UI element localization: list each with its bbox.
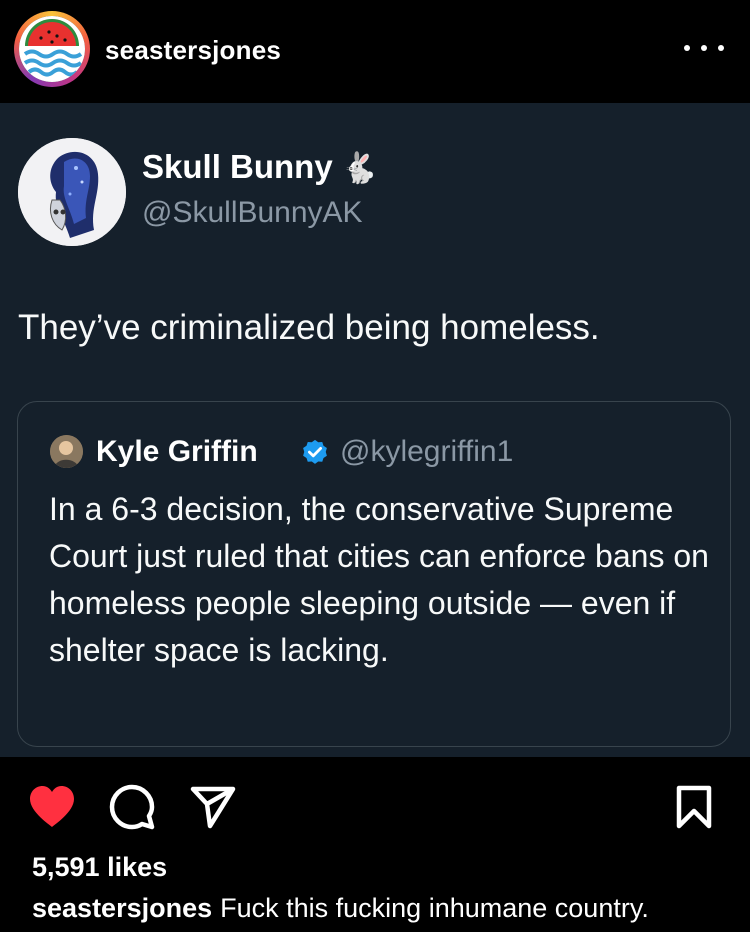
watermelon-avatar-icon — [19, 16, 85, 82]
quoted-tweet: Kyle Griffin @kylegriffin1 In a 6-3 deci… — [17, 401, 731, 747]
post-actions-bar — [0, 757, 750, 852]
quoted-author-avatar — [50, 435, 83, 468]
caption-text: Fuck this fucking inhumane country. — [220, 893, 649, 923]
post-username[interactable]: seastersjones — [105, 35, 281, 66]
more-options-icon[interactable] — [684, 36, 724, 60]
rabbit-emoji-icon: 🐇 — [340, 152, 379, 185]
quoted-author-handle: @kylegriffin1 — [340, 435, 514, 468]
tweet-author-name: Skull Bunny 🐇 — [142, 148, 378, 186]
caption-username[interactable]: seastersjones — [32, 893, 212, 923]
quoted-tweet-text: In a 6-3 decision, the conservative Supr… — [49, 491, 709, 668]
comment-icon[interactable] — [108, 783, 156, 836]
post-header: seastersjones — [0, 0, 750, 103]
quoted-author-name: Kyle Griffin — [96, 435, 258, 468]
heart-icon[interactable] — [28, 785, 76, 834]
verified-badge-icon — [300, 438, 330, 468]
tweet-text: They’ve criminalized being homeless. — [18, 308, 600, 347]
profile-avatar[interactable] — [14, 11, 90, 87]
tweet-screenshot: Skull Bunny 🐇 @SkullBunnyAK They’ve crimi… — [0, 103, 750, 757]
tweet-author-handle: @SkullBunnyAK — [142, 196, 363, 229]
bookmark-icon[interactable] — [676, 785, 712, 834]
like-count[interactable]: 5,591 likes — [32, 852, 167, 883]
post-caption: seastersjones Fuck this fucking inhumane … — [32, 893, 649, 924]
share-icon[interactable] — [190, 785, 236, 834]
tweet-author-name-text: Skull Bunny — [142, 148, 333, 185]
tweet-author-avatar — [18, 138, 126, 246]
